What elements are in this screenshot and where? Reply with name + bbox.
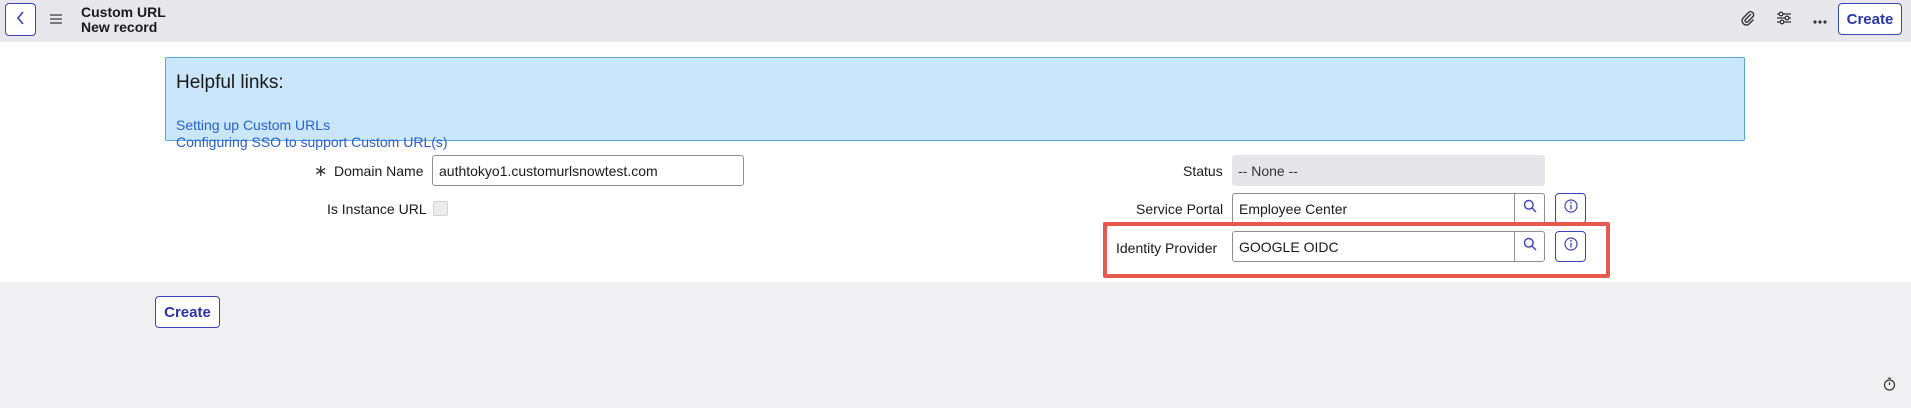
attachment-button[interactable] — [1737, 9, 1759, 31]
service-portal-info-button[interactable] — [1555, 193, 1586, 224]
service-portal-label: Service Portal — [1136, 201, 1224, 217]
service-portal-lookup-button[interactable] — [1514, 193, 1545, 224]
setting-up-custom-urls-link[interactable]: Setting up Custom URLs — [176, 117, 330, 133]
is-instance-url-checkbox[interactable] — [433, 201, 448, 216]
hamburger-menu-icon — [50, 11, 62, 29]
helpful-links-box: Helpful links: Setting up Custom URLs Co… — [165, 57, 1745, 150]
settings-sliders-icon — [1776, 11, 1792, 30]
status-label: Status — [1183, 163, 1223, 179]
configuring-sso-link[interactable]: Configuring SSO to support Custom URL(s) — [176, 134, 448, 150]
attachment-icon — [1740, 10, 1756, 31]
personalize-form-button[interactable] — [1773, 9, 1795, 31]
back-button[interactable] — [5, 3, 36, 36]
page-subtitle: New record — [81, 19, 158, 35]
identity-provider-highlight — [1103, 222, 1610, 278]
status-field: -- None -- — [1232, 155, 1545, 186]
more-options-button[interactable] — [1809, 9, 1831, 31]
search-icon — [1523, 199, 1537, 218]
info-icon — [1563, 199, 1578, 218]
header-create-button[interactable]: Create — [1838, 3, 1902, 35]
back-icon — [15, 11, 27, 28]
required-marker: ∗ — [314, 163, 328, 180]
stopwatch-icon — [1883, 377, 1896, 396]
menu-button[interactable] — [47, 9, 65, 31]
form-area: Helpful links: Setting up Custom URLs Co… — [0, 42, 1911, 282]
footer-create-button[interactable]: Create — [155, 296, 220, 328]
helpful-links-heading: Helpful links: — [176, 72, 284, 93]
domain-name-label: Domain Name — [334, 163, 424, 179]
top-header: Custom URL New record Create — [0, 0, 1911, 42]
domain-name-input[interactable]: authtokyo1.customurlsnowtest.com — [432, 155, 744, 186]
record-title: Custom URL New record — [81, 5, 166, 35]
more-options-icon — [1813, 11, 1827, 29]
is-instance-url-label: Is Instance URL — [327, 201, 427, 217]
service-portal-input[interactable]: Employee Center — [1232, 193, 1514, 224]
response-time-button[interactable] — [1881, 377, 1897, 396]
page-title: Custom URL — [81, 4, 166, 20]
service-portal-field: Employee Center — [1232, 193, 1545, 224]
